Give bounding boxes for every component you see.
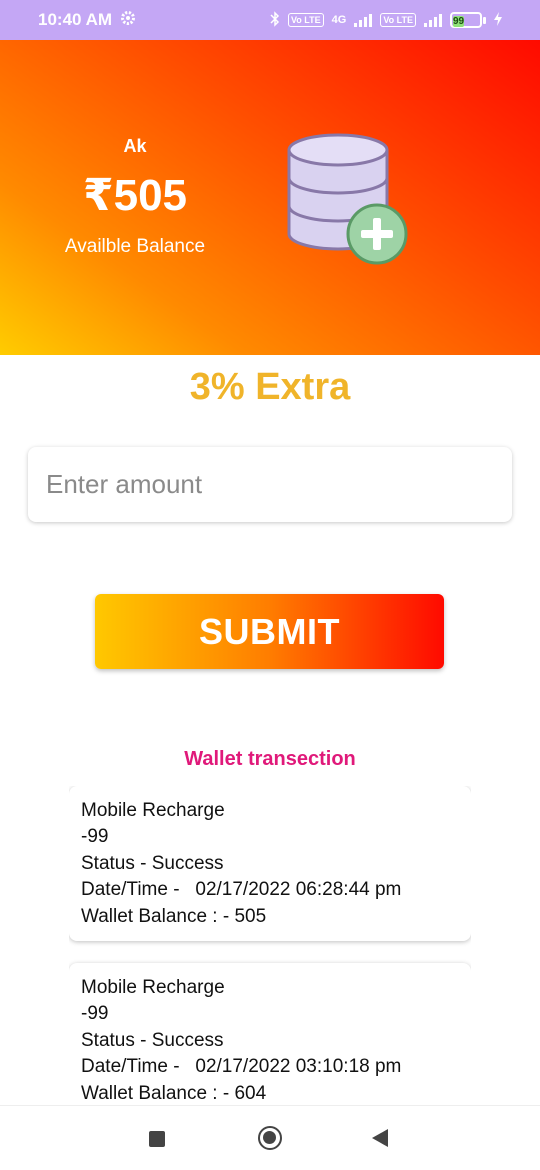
recents-icon[interactable] (149, 1131, 165, 1147)
transaction-datetime: Date/Time - 02/17/2022 06:28:44 pm (81, 879, 402, 901)
signal-icon (354, 13, 373, 27)
amount-input[interactable] (28, 447, 512, 522)
transaction-status: Status - Success (81, 1029, 224, 1051)
transaction-card: Mobile Recharge -99 Status - Success Dat… (69, 786, 471, 941)
user-name: Ak (123, 136, 147, 156)
transaction-list[interactable]: Mobile Recharge -99 Status - Success Dat… (69, 786, 471, 1104)
transaction-wallet-balance: Wallet Balance : - 505 (81, 905, 267, 927)
gear-icon (120, 10, 136, 31)
charging-icon (494, 11, 502, 29)
offer-text: 3% Extra (189, 366, 351, 408)
volte-badge-2: Vo LTE (380, 13, 416, 27)
bluetooth-icon (270, 10, 280, 30)
navigation-bar (0, 1105, 540, 1170)
volte-badge: Vo LTE (287, 13, 324, 27)
transaction-datetime: Date/Time - 02/17/2022 03:10:18 pm (81, 1056, 402, 1078)
database-add-icon (287, 133, 408, 265)
home-icon[interactable] (258, 1126, 282, 1150)
network-type: 4G (331, 14, 347, 26)
status-time: 10:40 AM (38, 10, 113, 29)
transaction-amount: -99 (81, 826, 109, 848)
transaction-wallet-balance: Wallet Balance : - 604 (81, 1082, 267, 1104)
back-icon[interactable] (372, 1129, 388, 1147)
transaction-type: Mobile Recharge (81, 977, 225, 998)
wallet-transactions-title: Wallet transection (184, 748, 356, 770)
balance-amount: ₹505 (0, 170, 270, 221)
signal-icon-2 (424, 13, 442, 27)
status-bar: 10:40 AM Vo LTE 4G Vo LTE 99 (0, 0, 540, 40)
transaction-type: Mobile Recharge (81, 800, 225, 821)
balance-label: Availble Balance (64, 236, 206, 257)
balance-value: 505 (113, 171, 188, 220)
transaction-card: Mobile Recharge -99 Status - Success Dat… (69, 963, 471, 1104)
battery-icon: 99 (450, 12, 486, 28)
battery-level: 99 (453, 16, 465, 27)
submit-button[interactable]: SUBMIT (95, 594, 444, 669)
wallet-header: Ak ₹505 Availble Balance (0, 40, 540, 355)
transaction-status: Status - Success (81, 852, 224, 874)
currency-symbol: ₹ (82, 171, 114, 220)
transaction-amount: -99 (81, 1003, 109, 1025)
